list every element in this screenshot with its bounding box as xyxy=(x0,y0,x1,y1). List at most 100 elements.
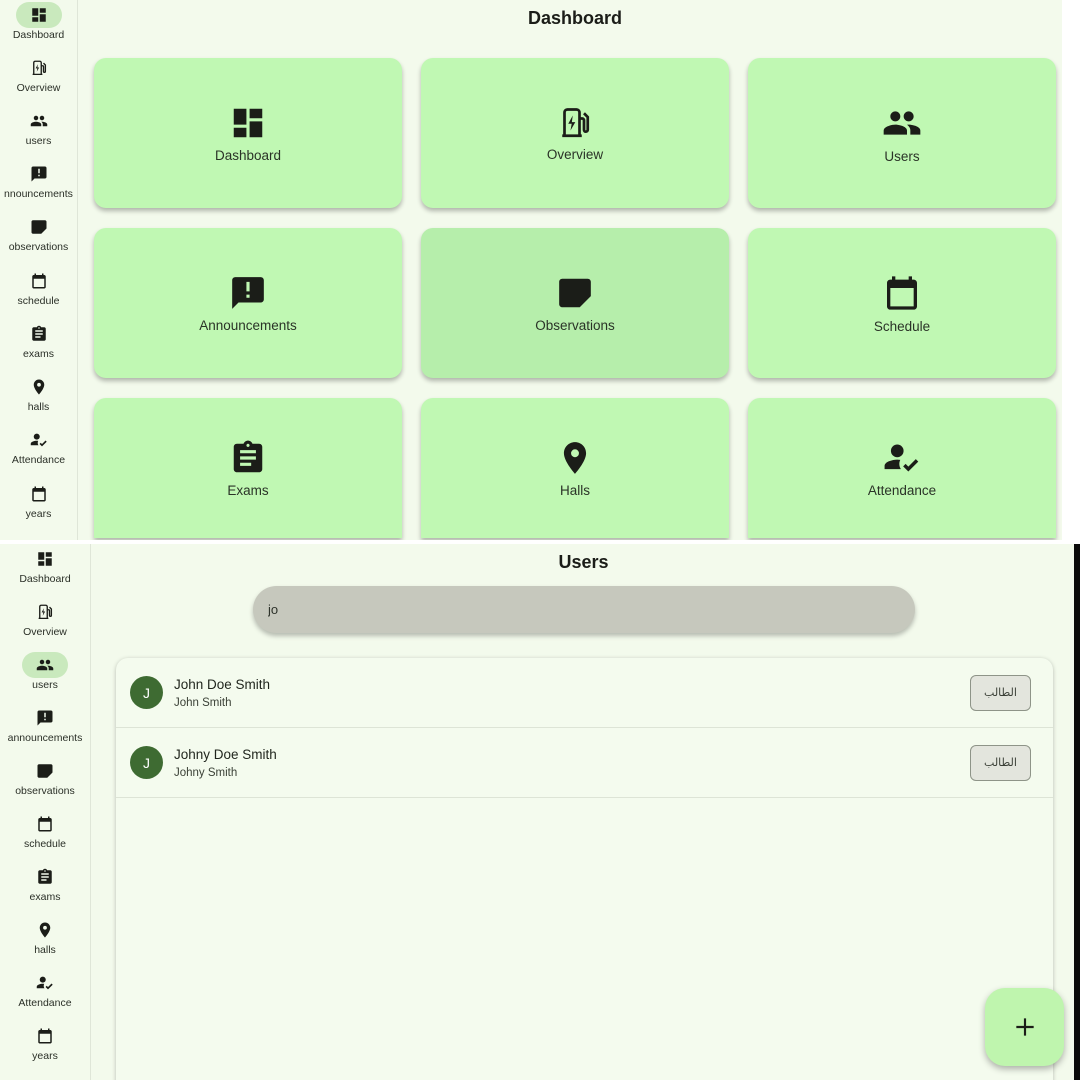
rail-label: observations xyxy=(8,241,69,253)
people-icon xyxy=(16,108,62,134)
rail-label: Attendance xyxy=(18,997,72,1009)
list-item[interactable]: J John Doe Smith John Smith الطالب xyxy=(116,658,1053,728)
avatar: J xyxy=(130,676,163,709)
rail-item-attendance[interactable]: Attendance xyxy=(0,427,77,466)
calendar-icon xyxy=(22,811,68,837)
rail-item-announcements[interactable]: nnouncements xyxy=(0,161,77,200)
person-check-icon xyxy=(883,439,921,477)
tile-overview[interactable]: Overview xyxy=(421,58,729,208)
announcement-icon xyxy=(22,705,68,731)
tile-users[interactable]: Users xyxy=(748,58,1056,208)
rail-label: Attendance xyxy=(11,454,66,466)
page-title: Dashboard xyxy=(527,8,623,28)
rail-item-exams[interactable]: exams xyxy=(0,321,77,360)
search-bar[interactable] xyxy=(253,586,915,633)
rail-label: halls xyxy=(34,944,56,956)
user-name: John Doe Smith xyxy=(174,676,271,692)
sticky-note-icon xyxy=(16,214,62,240)
rail-label: announcements xyxy=(7,732,83,744)
rail-item-observations[interactable]: observations xyxy=(0,214,77,253)
rail-item-halls[interactable]: halls xyxy=(0,917,90,956)
plus-icon xyxy=(1012,1014,1038,1040)
location-pin-icon xyxy=(22,917,68,943)
calendar-icon xyxy=(16,268,62,294)
rail-label: Dashboard xyxy=(19,573,71,585)
rail-item-attendance[interactable]: Attendance xyxy=(0,970,90,1009)
person-check-icon xyxy=(16,427,62,453)
tile-label: Schedule xyxy=(873,318,931,334)
people-icon xyxy=(882,103,922,143)
rail-label: exams xyxy=(23,348,54,360)
clipboard-icon xyxy=(229,439,267,477)
rail-label: Overview xyxy=(23,626,67,638)
screen-edge xyxy=(1062,0,1080,540)
tile-label: Users xyxy=(884,148,920,164)
role-button[interactable]: الطالب xyxy=(970,674,1031,711)
users-list: J John Doe Smith John Smith الطالب J Joh… xyxy=(116,658,1053,1080)
tile-halls[interactable]: Halls xyxy=(421,398,729,538)
announcement-icon xyxy=(16,161,62,187)
rail-label: nnouncements xyxy=(4,188,73,200)
tile-attendance[interactable]: Attendance xyxy=(748,398,1056,538)
users-screen: Dashboard Overview users announcements o… xyxy=(0,544,1080,1080)
calendar-icon xyxy=(22,1023,68,1049)
search-input[interactable] xyxy=(266,601,902,618)
rail-label: halls xyxy=(27,401,50,413)
location-pin-icon xyxy=(556,439,594,477)
dashboard-icon xyxy=(15,2,62,28)
page-title: Users xyxy=(558,552,609,572)
rail-item-overview[interactable]: Overview xyxy=(0,599,90,638)
dashboard-icon xyxy=(229,104,267,142)
tile-exams[interactable]: Exams xyxy=(94,398,402,538)
tile-label: Overview xyxy=(546,146,604,162)
rail-item-users[interactable]: users xyxy=(0,652,90,691)
tile-observations[interactable]: Observations xyxy=(421,228,729,378)
rail-item-observations[interactable]: observations xyxy=(0,758,90,797)
rail-label: users xyxy=(32,679,58,691)
user-subtitle: Johny Smith xyxy=(174,766,238,779)
rail-item-exams[interactable]: exams xyxy=(0,864,90,903)
clipboard-icon xyxy=(16,321,62,347)
tile-schedule[interactable]: Schedule xyxy=(748,228,1056,378)
add-user-button[interactable] xyxy=(985,988,1064,1066)
rail-label: observations xyxy=(15,785,75,797)
rail-label: users xyxy=(25,135,52,147)
ev-station-icon xyxy=(557,105,593,141)
calendar-icon xyxy=(882,273,922,313)
rail-item-announcements[interactable]: announcements xyxy=(0,705,90,744)
tile-label: Observations xyxy=(535,317,615,333)
location-pin-icon xyxy=(16,374,62,400)
rail-item-overview[interactable]: Overview xyxy=(0,55,77,94)
rail-label: exams xyxy=(29,891,61,903)
announcement-icon xyxy=(229,274,267,312)
user-name: Johny Doe Smith xyxy=(174,746,277,762)
rail-item-dashboard[interactable]: Dashboard xyxy=(0,2,77,41)
person-check-icon xyxy=(22,970,68,996)
rail-label: Dashboard xyxy=(12,29,65,41)
rail-label: schedule xyxy=(23,838,67,850)
rail-label: schedule xyxy=(17,295,60,307)
navigation-rail: Dashboard Overview users nnouncements ob… xyxy=(0,0,78,540)
rail-label: Overview xyxy=(16,82,61,94)
rail-item-years[interactable]: years xyxy=(0,481,77,520)
sticky-note-icon xyxy=(556,274,594,312)
rail-item-schedule[interactable]: schedule xyxy=(0,811,90,850)
dashboard-screen: Dashboard Overview users nnouncements ob… xyxy=(0,0,1080,540)
tile-announcements[interactable]: Announcements xyxy=(94,228,402,378)
screen-edge xyxy=(1074,544,1080,1080)
role-button[interactable]: الطالب xyxy=(970,744,1031,781)
rail-item-dashboard[interactable]: Dashboard xyxy=(0,546,90,585)
rail-item-halls[interactable]: halls xyxy=(0,374,77,413)
list-item[interactable]: J Johny Doe Smith Johny Smith الطالب xyxy=(116,728,1053,798)
rail-item-schedule[interactable]: schedule xyxy=(0,268,77,307)
people-icon xyxy=(22,652,68,678)
tile-label: Exams xyxy=(227,482,269,498)
ev-station-icon xyxy=(22,599,68,625)
user-subtitle: John Smith xyxy=(174,696,232,709)
rail-item-years[interactable]: years xyxy=(0,1023,90,1062)
tile-dashboard[interactable]: Dashboard xyxy=(94,58,402,208)
rail-item-users[interactable]: users xyxy=(0,108,77,147)
tile-label: Halls xyxy=(559,482,590,498)
sticky-note-icon xyxy=(22,758,68,784)
clipboard-icon xyxy=(22,864,68,890)
